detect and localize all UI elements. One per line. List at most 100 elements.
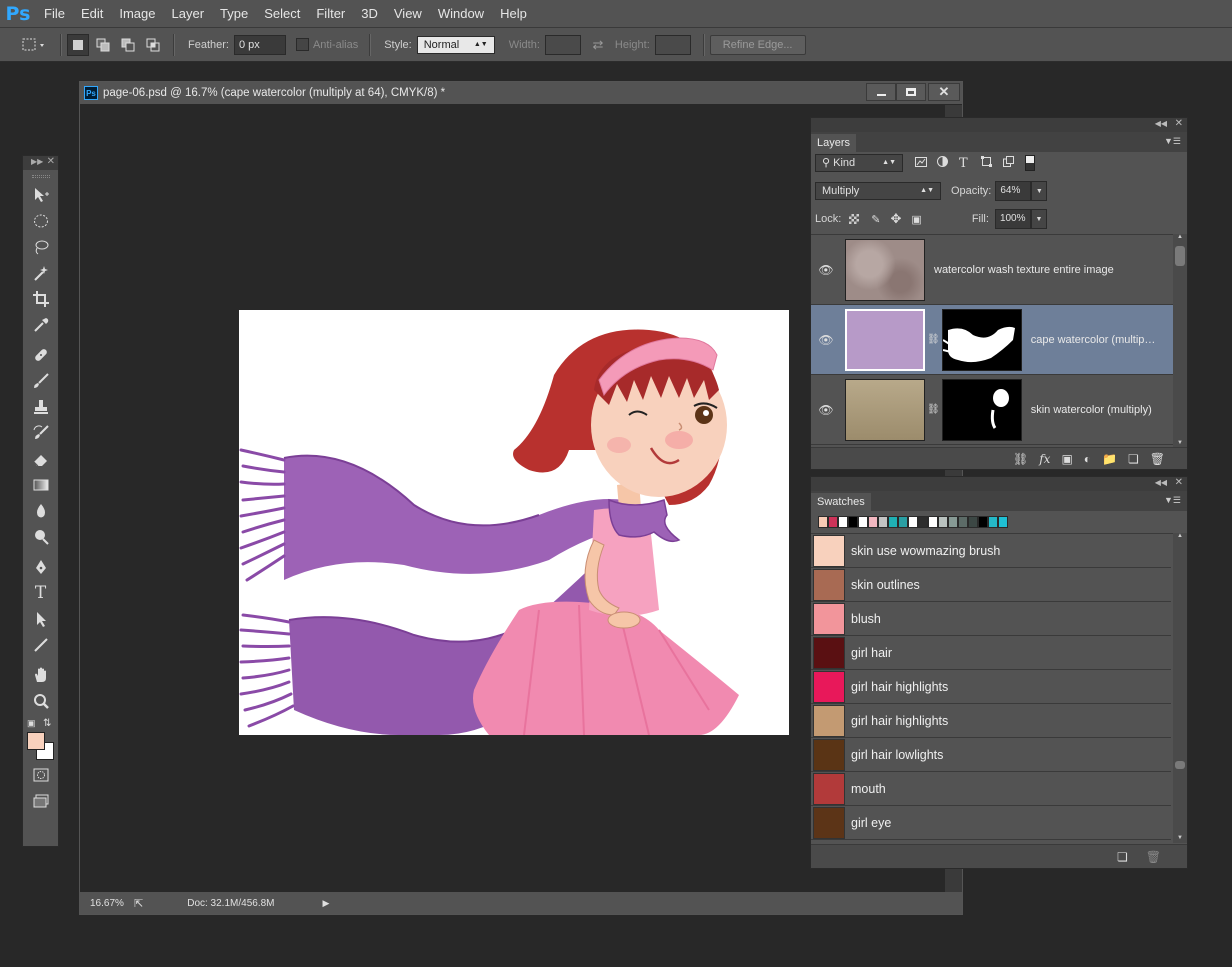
visibility-eye-icon[interactable]: 👁 <box>811 263 841 277</box>
swatch-row[interactable]: girl hair highlights <box>811 704 1171 738</box>
default-colors-icon[interactable]: ▣ <box>27 718 36 729</box>
collapse-panel-icon[interactable]: ◀◀ <box>1155 119 1167 128</box>
menu-layer[interactable]: Layer <box>164 0 213 28</box>
document-titlebar[interactable]: Ps page-06.psd @ 16.7% (cape watercolor … <box>80 82 962 104</box>
crop-tool-icon[interactable] <box>23 286 58 312</box>
layer-name[interactable]: skin watercolor (multiply) <box>1031 404 1152 416</box>
type-tool-icon[interactable]: T <box>23 580 58 606</box>
filter-shape-icon[interactable] <box>981 156 1003 170</box>
expand-panel-icon[interactable]: ▶▶ <box>31 157 43 166</box>
swatch-row[interactable]: blush <box>811 602 1171 636</box>
menu-view[interactable]: View <box>386 0 430 28</box>
visibility-eye-icon[interactable]: 👁 <box>811 403 841 417</box>
history-brush-icon[interactable] <box>23 420 58 446</box>
filter-type-icon[interactable]: T <box>959 156 981 171</box>
layer-name[interactable]: watercolor wash texture entire image <box>934 264 1114 276</box>
width-input[interactable] <box>544 34 581 55</box>
panel-menu-icon[interactable]: ▼☰ <box>1164 136 1181 147</box>
pen-tool-icon[interactable] <box>23 554 58 580</box>
swatch-color-chip[interactable] <box>813 534 845 567</box>
new-layer-icon[interactable]: ❏ <box>1128 452 1139 466</box>
swatch-color-chip[interactable] <box>813 738 845 771</box>
layer-row[interactable]: 👁 ⛓ skin watercolor (multiply) <box>811 375 1173 445</box>
menu-edit[interactable]: Edit <box>73 0 111 28</box>
swatch-chip[interactable] <box>938 516 948 528</box>
layers-scrollbar[interactable]: ▲ ▼ <box>1173 234 1187 448</box>
close-button[interactable]: ✕ <box>928 83 960 101</box>
tools-grip[interactable] <box>23 170 58 182</box>
swatch-chip[interactable] <box>918 516 928 528</box>
zoom-level[interactable]: 16.67% <box>90 898 128 909</box>
status-menu-arrow-icon[interactable]: ▶ <box>322 898 329 909</box>
hand-tool-icon[interactable] <box>23 662 58 688</box>
close-icon[interactable]: ✕ <box>1175 477 1183 488</box>
swatch-chip[interactable] <box>818 516 828 528</box>
layer-mask-thumbnail[interactable] <box>941 378 1022 441</box>
swatch-chip[interactable] <box>888 516 898 528</box>
delete-layer-trash-icon[interactable]: 🗑 <box>1150 452 1165 466</box>
screen-mode-icon[interactable] <box>23 788 58 814</box>
subtract-from-selection-button[interactable] <box>117 34 139 56</box>
swatch-chip[interactable] <box>988 516 998 528</box>
feather-input[interactable]: 0 px <box>233 34 286 55</box>
swatch-chip[interactable] <box>908 516 918 528</box>
close-icon[interactable]: ✕ <box>1175 118 1183 129</box>
chain-link-icon[interactable]: ⛓ <box>927 334 940 345</box>
scroll-thumb[interactable] <box>1175 761 1185 769</box>
refine-edge-button[interactable]: Refine Edge... <box>709 34 806 55</box>
zoom-tool-icon[interactable] <box>23 688 58 714</box>
scroll-up-icon[interactable]: ▲ <box>1173 234 1187 240</box>
foreground-color-swatch[interactable] <box>27 732 45 750</box>
minimize-button[interactable] <box>866 83 896 101</box>
clone-stamp-icon[interactable] <box>23 394 58 420</box>
swatch-chip[interactable] <box>838 516 848 528</box>
lock-image-icon[interactable]: ✎ <box>871 213 880 226</box>
lock-all-icon[interactable]: ▣ <box>911 213 921 226</box>
tab-swatches[interactable]: Swatches <box>811 493 871 511</box>
height-input[interactable] <box>654 34 691 55</box>
tab-layers[interactable]: Layers <box>811 134 857 152</box>
add-mask-icon[interactable]: ▣ <box>1061 452 1072 466</box>
swatch-color-chip[interactable] <box>813 568 845 601</box>
scroll-down-icon[interactable]: ▼ <box>1173 835 1187 841</box>
delete-swatch-trash-icon[interactable]: 🗑 <box>1146 850 1161 864</box>
close-icon[interactable]: ✕ <box>47 156 55 167</box>
add-to-selection-button[interactable] <box>92 34 114 56</box>
swap-dimensions-icon[interactable]: ⇄ <box>581 37 615 53</box>
tool-preset-picker[interactable] <box>14 33 54 57</box>
dodge-tool-icon[interactable] <box>23 524 58 550</box>
menu-select[interactable]: Select <box>256 0 308 28</box>
swatch-color-chip[interactable] <box>813 806 845 839</box>
quick-mask-icon[interactable] <box>23 762 58 788</box>
swatch-color-chip[interactable] <box>813 636 845 669</box>
filter-smart-object-icon[interactable] <box>1003 156 1025 170</box>
share-icon[interactable]: ⇱ <box>134 897 143 910</box>
lasso-tool-icon[interactable] <box>23 234 58 260</box>
swatch-chip[interactable] <box>968 516 978 528</box>
swatch-row[interactable]: girl hair <box>811 636 1171 670</box>
scroll-down-icon[interactable]: ▼ <box>1173 440 1187 446</box>
menu-image[interactable]: Image <box>111 0 163 28</box>
swatch-row[interactable]: girl eye <box>811 806 1171 840</box>
maximize-button[interactable] <box>896 83 926 101</box>
swatches-scrollbar[interactable]: ▲ ▼ <box>1173 533 1187 843</box>
scroll-up-icon[interactable]: ▲ <box>1173 533 1187 539</box>
adjustment-layer-icon[interactable]: ◐ <box>1084 452 1091 466</box>
swatch-chip[interactable] <box>878 516 888 528</box>
artwork-canvas[interactable] <box>239 310 789 735</box>
collapse-panel-icon[interactable]: ◀◀ <box>1155 478 1167 487</box>
filter-adjustment-icon[interactable] <box>937 156 959 170</box>
layer-mask-thumbnail[interactable] <box>941 308 1022 371</box>
swap-colors-icon[interactable]: ⇅ <box>43 718 51 729</box>
swatch-chip[interactable] <box>858 516 868 528</box>
swatch-row[interactable]: girl hair lowlights <box>811 738 1171 772</box>
link-layers-icon[interactable]: ⛓ <box>1013 452 1028 466</box>
menu-type[interactable]: Type <box>212 0 256 28</box>
line-tool-icon[interactable] <box>23 632 58 658</box>
fill-slider-toggle[interactable]: ▼ <box>1030 209 1047 229</box>
swatch-row[interactable]: skin outlines <box>811 568 1171 602</box>
lock-transparent-icon[interactable] <box>849 214 860 224</box>
opacity-input[interactable]: 64% <box>995 181 1032 201</box>
layer-row-selected[interactable]: 👁 ⛓ cape watercolor (multiply ... <box>811 305 1173 375</box>
swatch-color-chip[interactable] <box>813 772 845 805</box>
